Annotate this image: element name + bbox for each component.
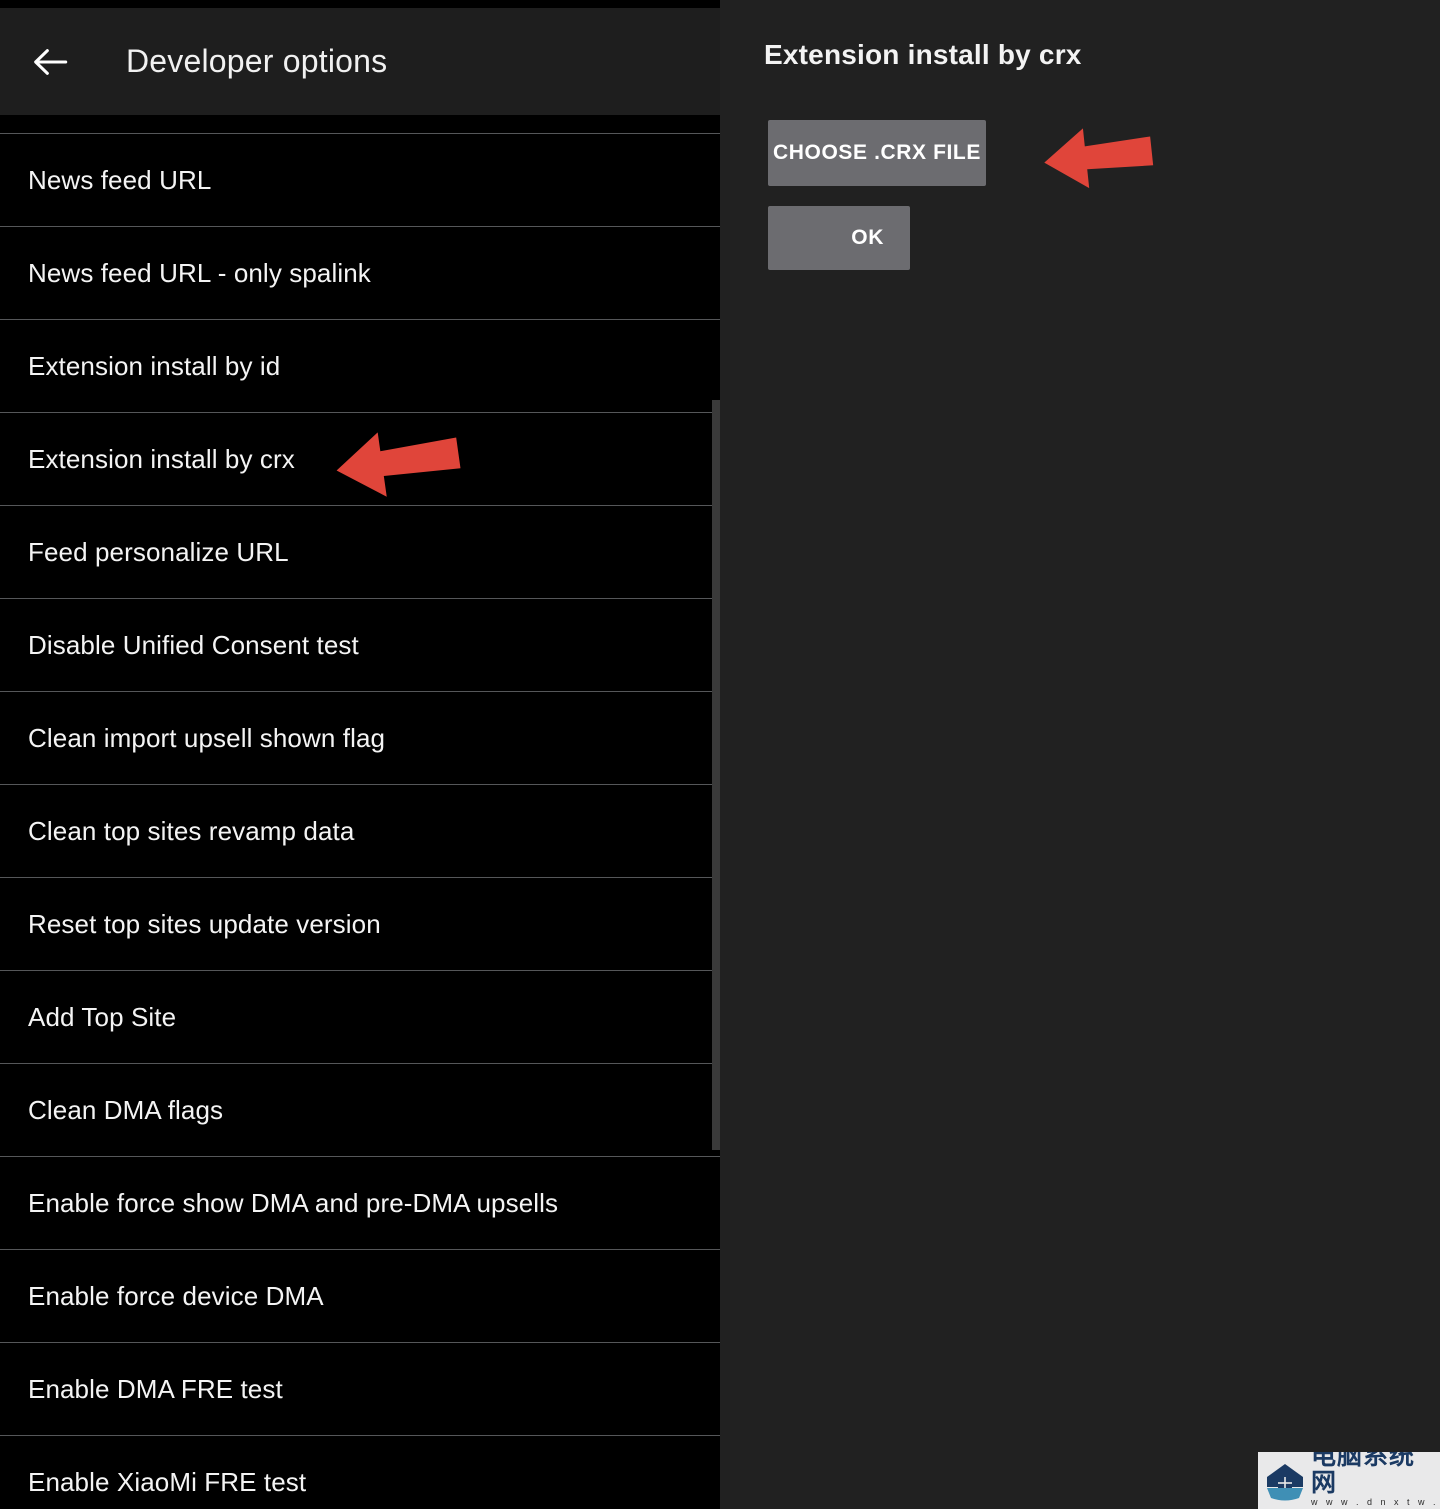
list-item-label: Add Top Site — [28, 1001, 177, 1032]
watermark-cn-label: 电脑系统网 — [1311, 1452, 1416, 1497]
list-item-label: Enable force show DMA and pre-DMA upsell… — [28, 1187, 559, 1218]
list-item-label: Clean top sites revamp data — [28, 815, 355, 846]
back-button[interactable] — [0, 8, 100, 115]
developer-options-panel: Developer options News feed URL News fee… — [0, 0, 720, 1509]
ok-button[interactable]: OK — [768, 206, 910, 270]
list-item[interactable]: Enable DMA FRE test — [0, 1342, 720, 1435]
list-item[interactable]: Feed personalize URL — [0, 505, 720, 598]
list-item[interactable]: Disable Unified Consent test — [0, 598, 720, 691]
list-item-label: Clean import upsell shown flag — [28, 722, 386, 753]
settings-list[interactable]: News feed URL News feed URL - only spali… — [0, 115, 720, 1509]
list-item[interactable]: Enable force device DMA — [0, 1249, 720, 1342]
list-item-label: Enable force device DMA — [28, 1280, 324, 1311]
app-bar: Developer options — [0, 8, 720, 115]
list-item-label: Clean DMA flags — [28, 1094, 224, 1125]
arrow-left-icon — [29, 41, 71, 83]
status-strip — [0, 0, 720, 8]
vertical-scrollbar[interactable] — [712, 400, 720, 1150]
list-item-label: News feed URL - only spalink — [28, 257, 371, 288]
list-top-gap — [0, 115, 720, 133]
list-item[interactable]: Reset top sites update version — [0, 877, 720, 970]
site-watermark: 电脑系统网 w w w . d n x t w . c o m — [1258, 1452, 1440, 1509]
dialog-title: Extension install by crx — [764, 39, 1082, 70]
list-item-label: Extension install by crx — [28, 443, 295, 474]
house-logo-icon — [1263, 1459, 1307, 1503]
list-item-label: Enable DMA FRE test — [28, 1373, 283, 1404]
choose-crx-file-button[interactable]: CHOOSE .CRX FILE — [768, 120, 986, 186]
list-item[interactable]: Clean import upsell shown flag — [0, 691, 720, 784]
list-item-label: Enable XiaoMi FRE test — [28, 1466, 307, 1497]
list-item-label: Feed personalize URL — [28, 536, 289, 567]
list-item[interactable]: Add Top Site — [0, 970, 720, 1063]
watermark-url-label: w w w . d n x t w . c o m — [1311, 1496, 1439, 1509]
list-item[interactable]: Extension install by id — [0, 319, 720, 412]
list-item[interactable]: News feed URL — [0, 133, 720, 226]
list-item[interactable]: News feed URL - only spalink — [0, 226, 720, 319]
list-item-label: Reset top sites update version — [28, 908, 381, 939]
page-title: Developer options — [126, 43, 388, 79]
list-item[interactable]: Enable force show DMA and pre-DMA upsell… — [0, 1156, 720, 1249]
watermark-text: 电脑系统网 w w w . d n x t w . c o m — [1311, 1452, 1440, 1509]
list-item-label: Extension install by id — [28, 350, 281, 381]
list-item-label: Disable Unified Consent test — [28, 629, 359, 660]
list-item[interactable]: Clean DMA flags — [0, 1063, 720, 1156]
list-item[interactable]: Clean top sites revamp data — [0, 784, 720, 877]
extension-install-dialog: Extension install by crx CHOOSE .CRX FIL… — [720, 0, 1440, 1509]
screen-root: Developer options News feed URL News fee… — [0, 0, 1440, 1509]
list-item-label: News feed URL — [28, 164, 212, 195]
list-item-extension-install-by-crx[interactable]: Extension install by crx — [0, 412, 720, 505]
list-item[interactable]: Enable XiaoMi FRE test — [0, 1435, 720, 1509]
